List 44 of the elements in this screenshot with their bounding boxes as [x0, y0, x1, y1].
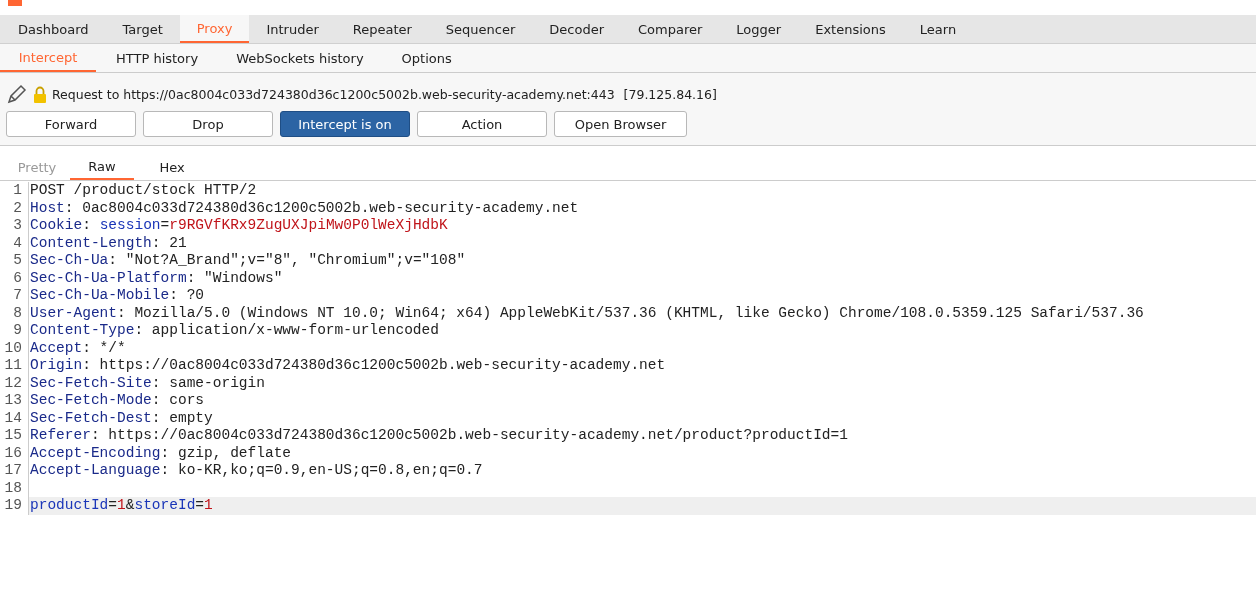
app-logo-icon: [8, 0, 22, 6]
action-button[interactable]: Open Browser: [554, 111, 687, 137]
line-number: 19: [0, 497, 29, 515]
code-line: User-Agent: Mozilla/5.0 (Windows NT 10.0; Win64; x64) AppleWebKit/537.36 (KHTML, like Gecko) Chrome/108.0.5359.125 Safari/537.36: [29, 304, 1144, 322]
main-tab[interactable]: Extensions: [798, 15, 903, 43]
main-tab[interactable]: Target: [105, 15, 180, 43]
action-button[interactable]: Intercept is on: [280, 111, 410, 137]
code-line: POST /product/stock HTTP/2: [29, 182, 257, 200]
code-line: Sec-Ch-Ua-Platform: "Windows": [29, 269, 283, 287]
code-line: Sec-Fetch-Site: same-origin: [29, 374, 265, 392]
request-url: Request to https://0ac8004c033d724380d36c1200c5002b.web-security-academy.net:443: [52, 86, 615, 102]
code-line: Accept-Language: ko-KR,ko;q=0.9,en-US;q=0.8,en;q=0.7: [29, 462, 483, 480]
sub-tab[interactable]: WebSockets history: [218, 44, 382, 72]
main-tab[interactable]: Repeater: [335, 15, 429, 43]
code-line: Content-Type: application/x-www-form-urlencoded: [29, 322, 439, 340]
code-line: Referer: https://0ac8004c033d724380d36c1200c5002b.web-security-academy.net/product?productId=1: [29, 427, 848, 445]
code-line: Host: 0ac8004c033d724380d36c1200c5002b.web-security-academy.net: [29, 199, 579, 217]
code-line: Accept: */*: [29, 339, 126, 357]
lock-icon: [33, 85, 47, 103]
main-tab[interactable]: Intruder: [249, 15, 336, 43]
code-line: productId=1&storeId=1: [29, 497, 213, 515]
code-line: Accept-Encoding: gzip, deflate: [29, 444, 292, 462]
code-line: Sec-Ch-Ua: "Not?A_Brand";v="8", "Chromium";v="108": [29, 252, 466, 270]
request-ip: [79.125.84.16]: [623, 86, 717, 102]
main-tab[interactable]: Logger: [719, 15, 799, 43]
pencil-icon[interactable]: [6, 83, 28, 105]
editor-tab[interactable]: Raw: [70, 154, 134, 180]
sub-tab[interactable]: Options: [383, 44, 470, 72]
main-tab[interactable]: Sequencer: [428, 15, 533, 43]
main-tab[interactable]: Learn: [902, 15, 974, 43]
code-line: Sec-Fetch-Dest: empty: [29, 409, 213, 427]
code-line: Sec-Ch-Ua-Mobile: ?0: [29, 287, 205, 305]
editor-tab[interactable]: Hex: [140, 154, 204, 180]
action-button[interactable]: Action: [417, 111, 547, 137]
action-button[interactable]: Drop: [143, 111, 273, 137]
code-line: Origin: https://0ac8004c033d724380d36c1200c5002b.web-security-academy.net: [29, 357, 666, 375]
main-tab[interactable]: Decoder: [532, 15, 622, 43]
main-tab[interactable]: Comparer: [621, 15, 720, 43]
code-line: Sec-Fetch-Mode: cors: [29, 392, 205, 410]
action-button[interactable]: Forward: [6, 111, 136, 137]
sub-tab[interactable]: HTTP history: [98, 44, 217, 72]
code-line: Cookie: session=r9RGVfKRx9ZugUXJpiMw0P0lWeXjHdbK: [29, 217, 448, 235]
code-line: Content-Length: 21: [29, 234, 187, 252]
main-tab[interactable]: Dashboard: [0, 15, 106, 43]
